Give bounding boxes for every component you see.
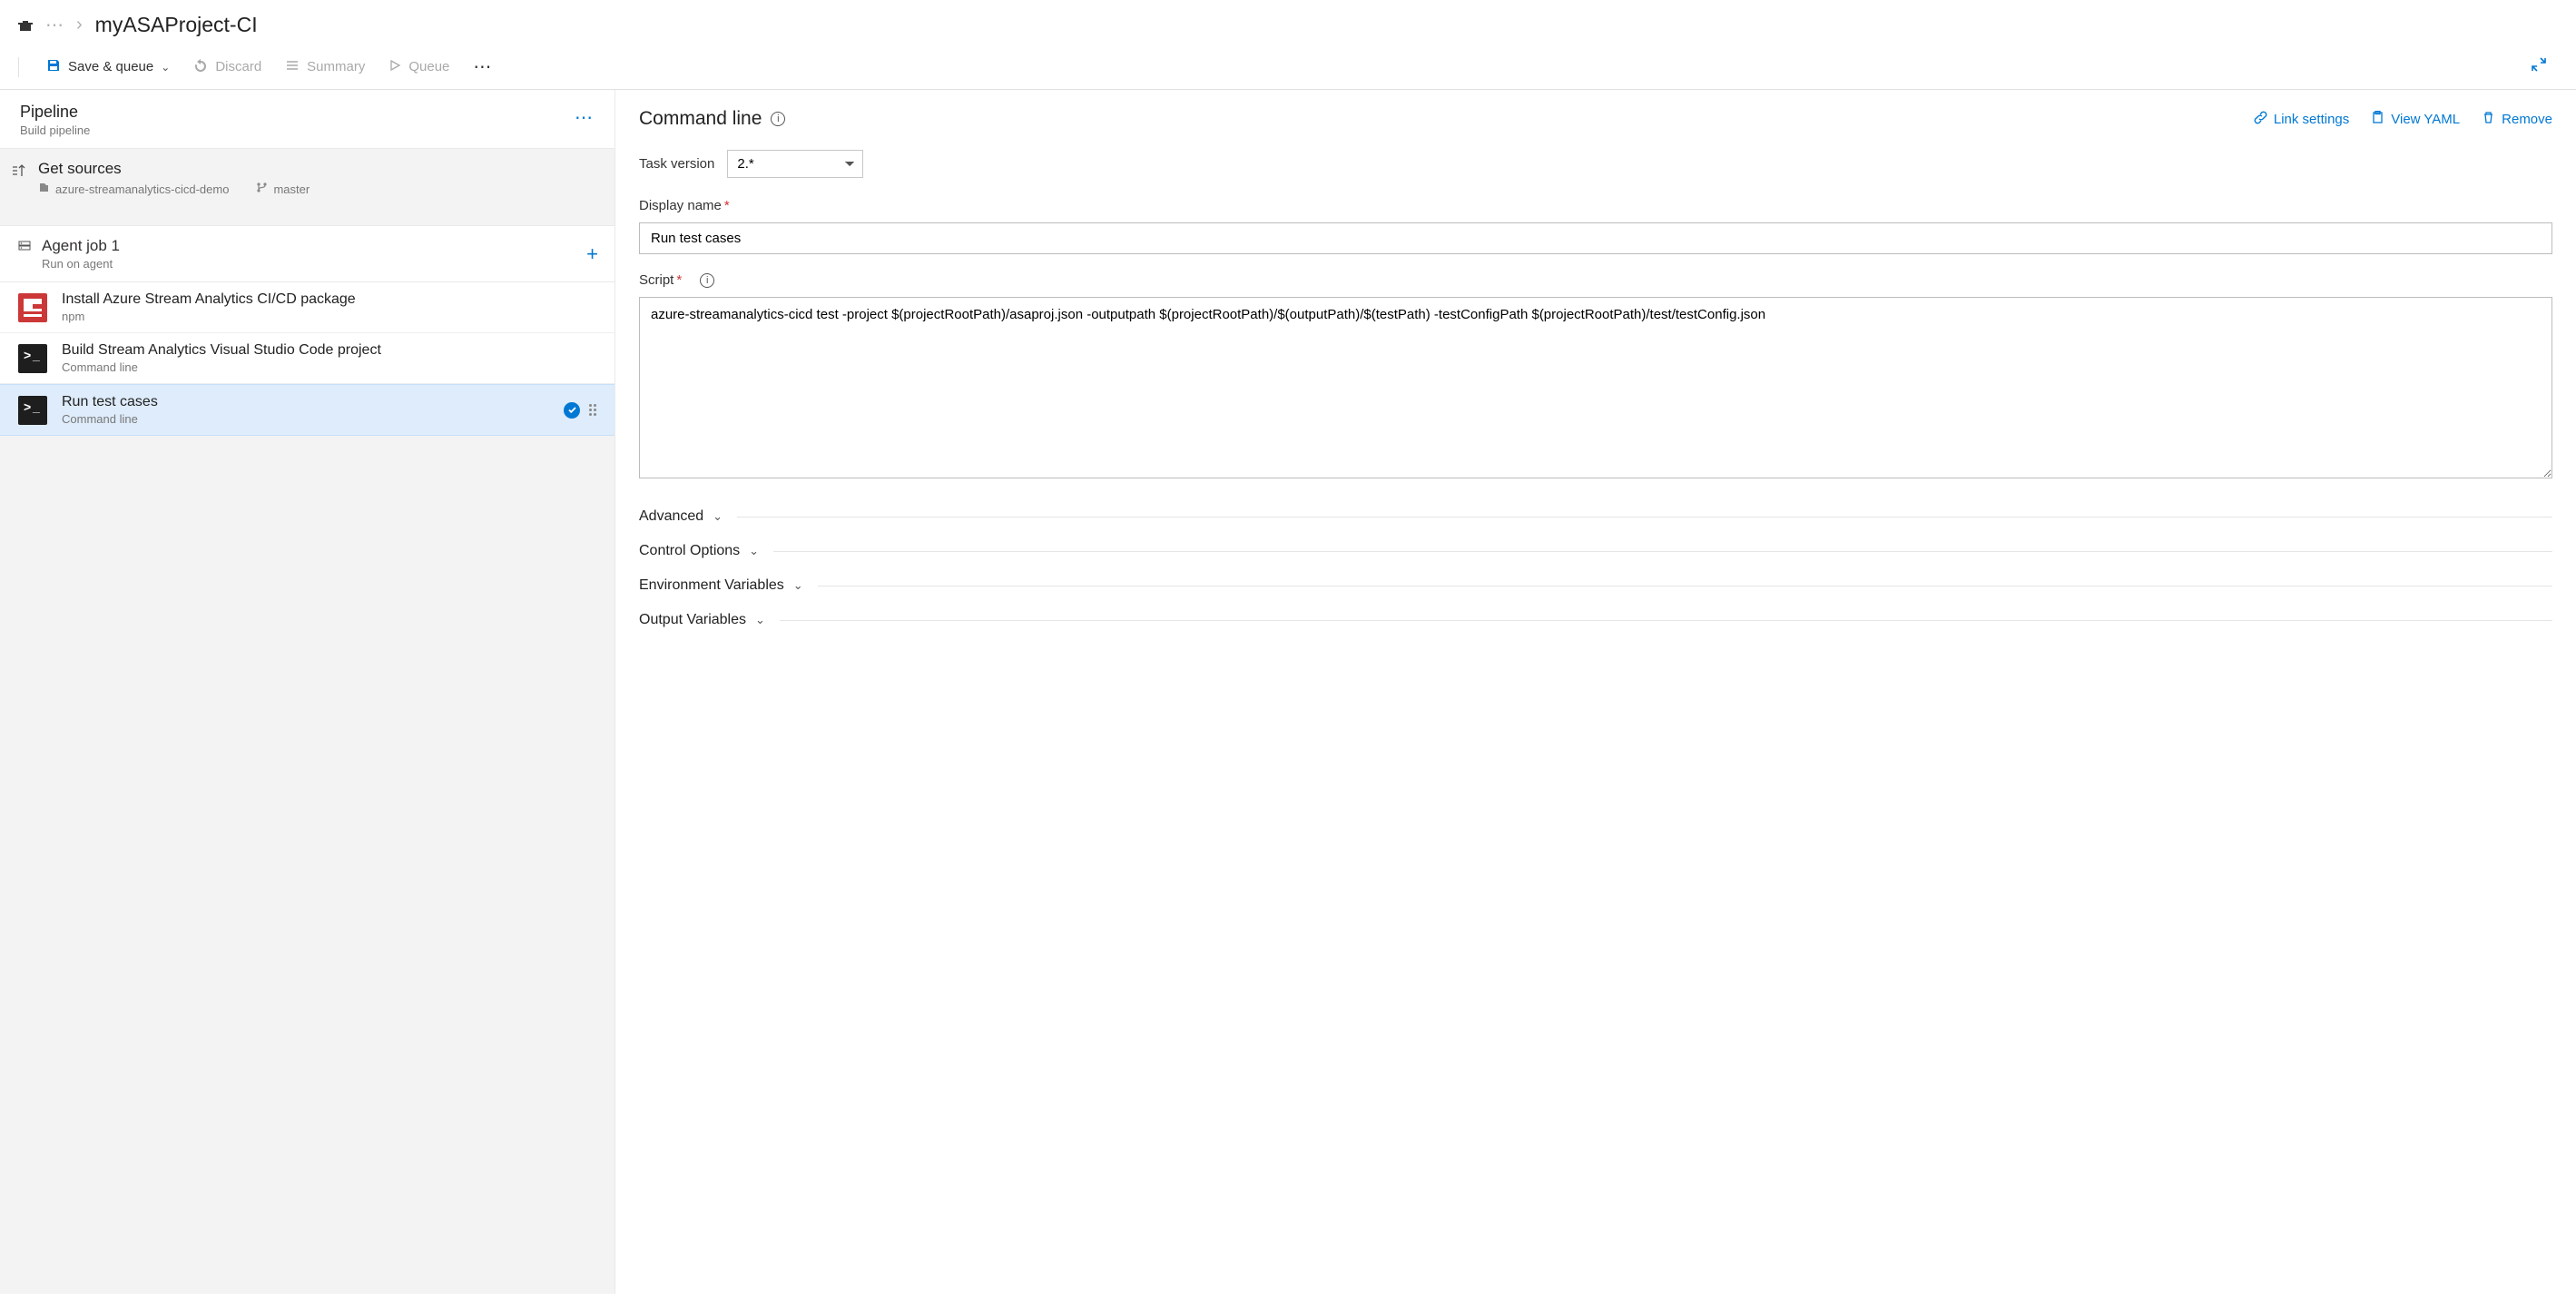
- section-control-label: Control Options: [639, 543, 740, 559]
- undo-icon: [193, 58, 208, 76]
- repo-name: azure-streamanalytics-cicd-demo: [55, 182, 229, 196]
- script-label: Script* i: [639, 272, 714, 288]
- toolbar-divider: [18, 57, 19, 77]
- clipboard-icon: [2371, 111, 2384, 128]
- list-icon: [285, 58, 300, 76]
- link-settings-button[interactable]: Link settings: [2254, 111, 2349, 128]
- view-yaml-label: View YAML: [2391, 112, 2460, 127]
- task-row[interactable]: Install Azure Stream Analytics CI/CD pac…: [0, 282, 615, 333]
- link-settings-label: Link settings: [2274, 112, 2349, 127]
- pipeline-row[interactable]: Pipeline Build pipeline ⋯: [0, 90, 615, 149]
- get-sources-row[interactable]: Get sources azure-streamanalytics-cicd-d…: [0, 149, 615, 209]
- section-output-vars[interactable]: Output Variables ⌄: [639, 603, 2552, 637]
- summary-button[interactable]: Summary: [285, 58, 365, 76]
- trash-icon: [2482, 111, 2495, 128]
- remove-label: Remove: [2502, 112, 2552, 127]
- summary-label: Summary: [307, 59, 365, 74]
- chevron-down-icon: ⌄: [793, 578, 803, 593]
- add-task-button[interactable]: +: [586, 237, 598, 266]
- task-subtitle: Command line: [62, 360, 381, 374]
- task-title: Build Stream Analytics Visual Studio Cod…: [62, 342, 381, 359]
- task-title: Run test cases: [62, 394, 158, 410]
- detail-heading: Command line: [639, 108, 762, 130]
- breadcrumb-ellipsis[interactable]: ⋯: [45, 14, 64, 36]
- task-detail-pane: Command line i Link settings View YAML R…: [615, 90, 2576, 1294]
- terminal-icon: [18, 344, 47, 373]
- save-icon: [46, 58, 61, 76]
- save-queue-button[interactable]: Save & queue ⌄: [46, 58, 170, 76]
- task-subtitle: Command line: [62, 412, 158, 426]
- main-area: Pipeline Build pipeline ⋯ Get sources az…: [0, 90, 2576, 1294]
- breadcrumb-bar: ⋯ › myASAProject-CI: [0, 0, 2576, 54]
- info-icon[interactable]: i: [700, 273, 714, 288]
- toolbar-more-button[interactable]: ⋯: [473, 55, 493, 78]
- pipeline-name[interactable]: myASAProject-CI: [95, 13, 258, 37]
- discard-label: Discard: [215, 59, 261, 74]
- script-textarea[interactable]: [639, 297, 2552, 478]
- section-output-label: Output Variables: [639, 612, 746, 628]
- section-control-options[interactable]: Control Options ⌄: [639, 534, 2552, 568]
- discard-button[interactable]: Discard: [193, 58, 261, 76]
- pipeline-subtitle: Build pipeline: [20, 123, 90, 137]
- save-queue-label: Save & queue: [68, 59, 153, 74]
- chevron-down-icon: ⌄: [755, 613, 765, 627]
- display-name-input[interactable]: [639, 222, 2552, 254]
- terminal-icon: [18, 396, 47, 425]
- chevron-down-icon: ⌄: [749, 544, 759, 558]
- remove-button[interactable]: Remove: [2482, 111, 2552, 128]
- task-subtitle: npm: [62, 310, 356, 323]
- sources-icon: [11, 163, 27, 182]
- repo-icon: [38, 182, 50, 196]
- queue-button[interactable]: Queue: [388, 59, 449, 75]
- section-advanced-label: Advanced: [639, 508, 703, 525]
- queue-label: Queue: [408, 59, 449, 74]
- drag-handle-icon[interactable]: [589, 404, 598, 416]
- task-version-select[interactable]: 2.*: [727, 150, 863, 178]
- link-icon: [2254, 111, 2267, 128]
- branch-icon: [256, 182, 268, 196]
- display-name-label: Display name*: [639, 198, 2552, 213]
- section-env-label: Environment Variables: [639, 577, 784, 594]
- sources-title: Get sources: [38, 160, 310, 178]
- agent-job-subtitle: Run on agent: [42, 257, 120, 271]
- chevron-down-icon: ⌄: [713, 509, 723, 524]
- task-version-label: Task version: [639, 156, 714, 172]
- pipeline-title: Pipeline: [20, 103, 90, 122]
- pipeline-more-button[interactable]: ⋯: [575, 103, 595, 129]
- server-icon: [18, 241, 31, 271]
- detail-header: Command line i Link settings View YAML R…: [639, 108, 2552, 130]
- branch-name: master: [273, 182, 310, 196]
- chevron-down-icon: ⌄: [161, 61, 170, 74]
- task-row-selected[interactable]: Run test cases Command line: [0, 384, 615, 436]
- npm-icon: [18, 293, 47, 322]
- agent-job-row[interactable]: Agent job 1 Run on agent +: [0, 225, 615, 282]
- task-title: Install Azure Stream Analytics CI/CD pac…: [62, 291, 356, 308]
- task-row[interactable]: Build Stream Analytics Visual Studio Cod…: [0, 333, 615, 384]
- check-icon: [564, 402, 580, 419]
- fullscreen-toggle-icon[interactable]: [2531, 56, 2547, 77]
- info-icon[interactable]: i: [771, 112, 785, 126]
- toolbar: Save & queue ⌄ Discard Summary Queue ⋯: [0, 54, 2576, 90]
- chevron-right-icon: ›: [76, 15, 83, 35]
- project-icon: [18, 18, 33, 33]
- tasks-pane: Pipeline Build pipeline ⋯ Get sources az…: [0, 90, 615, 1294]
- section-advanced[interactable]: Advanced ⌄: [639, 499, 2552, 534]
- view-yaml-button[interactable]: View YAML: [2371, 111, 2460, 128]
- agent-job-title: Agent job 1: [42, 237, 120, 255]
- play-icon: [388, 59, 401, 75]
- section-env-vars[interactable]: Environment Variables ⌄: [639, 568, 2552, 603]
